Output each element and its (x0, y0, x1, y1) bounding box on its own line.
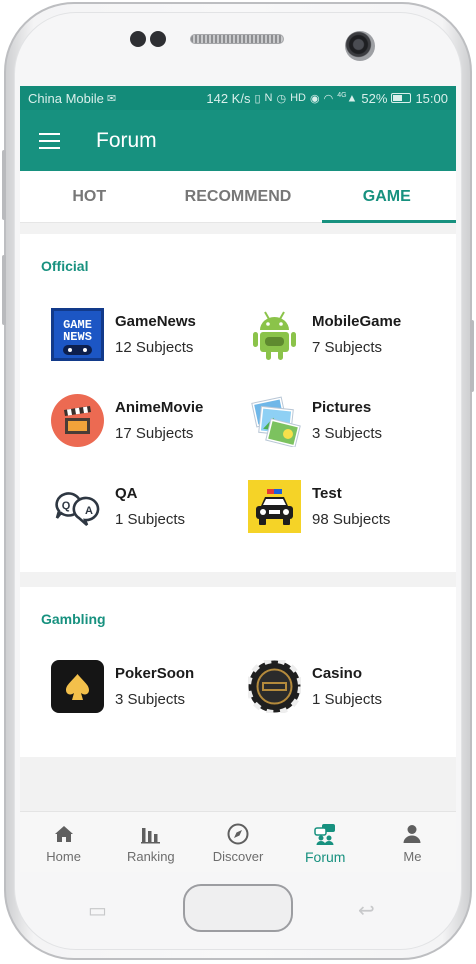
earpiece (190, 34, 284, 44)
forum-item-test[interactable]: Test 98 Subjects (248, 480, 390, 533)
hd-icon: HD (290, 92, 306, 104)
bixby-button (2, 255, 6, 325)
tab-game[interactable]: GAME (318, 171, 456, 223)
police-car-icon (248, 480, 301, 533)
home-icon (54, 826, 73, 842)
back-key[interactable]: ↩ (358, 898, 375, 923)
forum-item-casino[interactable]: Casino 1 Subjects (246, 658, 383, 715)
clock: 15:00 (415, 90, 448, 106)
forum-item-count: 98 Subjects (312, 510, 391, 528)
nav-discover[interactable]: Discover (194, 812, 281, 872)
carrier-label: China Mobile (28, 90, 104, 106)
forum-item-count: 3 Subjects (115, 690, 186, 708)
recent-apps-key[interactable]: ▭ (88, 898, 107, 923)
menu-icon[interactable] (39, 132, 61, 149)
forum-item-count: 1 Subjects (115, 510, 186, 528)
person-icon (403, 825, 421, 843)
forum-item-name: AnimeMovie (115, 398, 204, 416)
spade-icon (51, 660, 104, 713)
page-title: Forum (96, 128, 157, 152)
forum-item-gamenews[interactable]: GAME NEWS GameNews 12 Subjects (51, 308, 196, 361)
game-news-icon: GAME NEWS (51, 308, 104, 361)
nav-home[interactable]: Home (20, 812, 107, 872)
svg-text:A: A (85, 505, 93, 517)
wechat-notification-icon: ✉ (106, 92, 117, 105)
tab-bar: HOT RECOMMEND GAME (20, 171, 456, 223)
forum-item-name: QA (115, 484, 138, 502)
section-title-official: Official (41, 258, 89, 274)
section-gambling: Gambling PokerSoon 3 Subjects Casino 1 S… (20, 587, 456, 757)
nav-label: Discover (212, 849, 264, 864)
forum-item-count: 7 Subjects (312, 338, 383, 356)
app-bar: Forum (20, 110, 456, 171)
volume-button (2, 150, 6, 220)
compass-icon (227, 823, 249, 845)
tab-hot[interactable]: HOT (20, 171, 158, 222)
bottom-nav: Home Ranking Discover Forum Me (20, 811, 456, 872)
wifi-icon: ◠ (323, 92, 334, 105)
proximity-sensor (130, 31, 146, 47)
battery-percent: 52% (361, 90, 388, 106)
forum-item-name: PokerSoon (115, 664, 195, 682)
power-button (470, 320, 474, 392)
status-bar: China Mobile ✉ 142 K/s ▯ N ◷ HD ◉ ◠ 4G▲ … (20, 86, 456, 110)
forum-item-name: MobileGame (312, 312, 402, 330)
forum-item-count: 3 Subjects (312, 424, 383, 442)
nav-label: Me (403, 849, 422, 864)
forum-item-name: Casino (312, 664, 363, 682)
vibrate-icon: ▯ (254, 92, 261, 105)
screen: China Mobile ✉ 142 K/s ▯ N ◷ HD ◉ ◠ 4G▲ … (20, 86, 456, 872)
tab-recommend[interactable]: RECOMMEND (158, 171, 317, 222)
forum-item-name: Test (312, 484, 342, 502)
forum-item-count: 1 Subjects (312, 690, 383, 708)
ranking-icon (140, 828, 160, 844)
section-official: Official GAME NEWS GameNews 12 Subjects (20, 234, 456, 572)
eye-comfort-icon: ◉ (309, 92, 320, 105)
alarm-icon: ◷ (276, 92, 287, 105)
android-icon (248, 308, 301, 361)
forum-item-count: 12 Subjects (115, 338, 194, 356)
forum-item-mobilegame[interactable]: MobileGame 7 Subjects (248, 308, 401, 361)
clapperboard-icon (51, 394, 104, 447)
front-camera (345, 31, 375, 61)
nav-me[interactable]: Me (369, 812, 456, 872)
forum-item-name: Pictures (312, 398, 372, 416)
nav-forum[interactable]: Forum (282, 812, 369, 872)
svg-text:NEWS: NEWS (63, 330, 92, 344)
nfc-icon: N (264, 92, 273, 104)
forum-item-pokersoon[interactable]: PokerSoon 3 Subjects (51, 660, 194, 713)
nav-ranking[interactable]: Ranking (107, 812, 194, 872)
battery-icon (391, 93, 412, 103)
forum-item-pictures[interactable]: Pictures 3 Subjects (248, 394, 383, 448)
qa-bubbles-icon: Q A (51, 480, 104, 533)
nav-label: Ranking (126, 849, 175, 864)
forum-item-animemovie[interactable]: AnimeMovie 17 Subjects (51, 394, 203, 447)
section-title-gambling: Gambling (41, 611, 106, 627)
casino-chip-icon (246, 658, 303, 715)
pictures-icon (248, 394, 301, 448)
network-speed: 142 K/s (206, 90, 251, 106)
svg-text:Q: Q (62, 500, 71, 512)
nav-label: Home (46, 849, 81, 864)
signal-icon: 4G▲ (337, 91, 358, 105)
forum-icon (314, 824, 336, 845)
nav-label: Forum (304, 849, 346, 865)
forum-item-qa[interactable]: Q A QA 1 Subjects (51, 480, 185, 533)
forum-item-count: 17 Subjects (115, 424, 194, 442)
home-key[interactable] (183, 884, 293, 932)
light-sensor (150, 31, 166, 47)
forum-item-name: GameNews (115, 312, 196, 330)
